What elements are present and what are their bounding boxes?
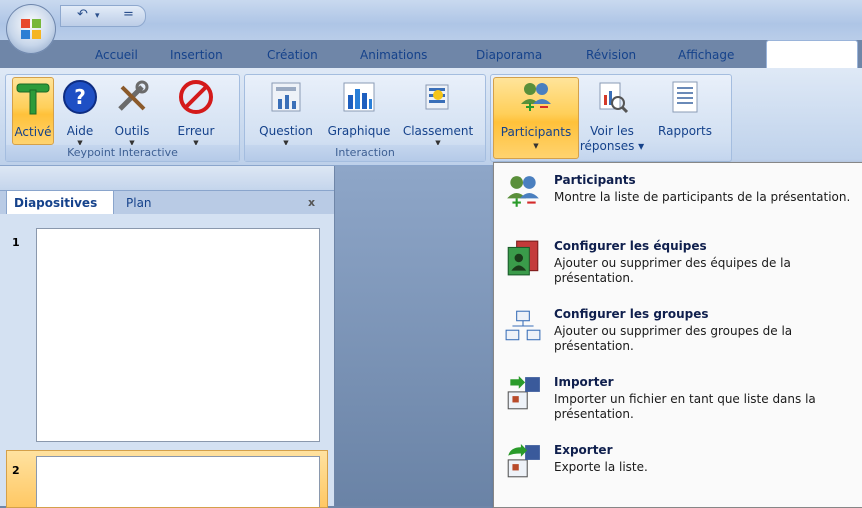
- group-keypoint-interactive: Activé ? Aide ▼ Outils ▼ Erreur ▼ Keypoi…: [5, 74, 240, 162]
- menu-item-participants[interactable]: Participants Montre la liste de particip…: [494, 171, 862, 227]
- view-responses-button[interactable]: Voir les réponses ▾: [579, 77, 645, 153]
- participants-icon: [507, 176, 539, 207]
- reports-icon: [672, 81, 698, 113]
- svg-text:?: ?: [74, 85, 86, 109]
- tab-accueil[interactable]: Accueil: [95, 44, 138, 66]
- participants-icon: [521, 83, 551, 111]
- ranking-icon: [425, 84, 449, 110]
- tab-animations[interactable]: Animations: [360, 44, 427, 66]
- menu-item-import[interactable]: Importer Importer un fichier en tant que…: [494, 373, 862, 431]
- undo-icon[interactable]: ↶: [77, 7, 88, 22]
- office-logo-icon: [21, 19, 41, 39]
- tab-affichage[interactable]: Affichage: [678, 44, 734, 66]
- help-icon: ?: [63, 80, 97, 114]
- group-interaction: Question ▼ Graphique Classement ▼ Intera…: [244, 74, 486, 162]
- office-button[interactable]: [6, 4, 56, 54]
- no-entry-icon: [179, 80, 213, 114]
- slide-thumbnail[interactable]: [36, 228, 320, 442]
- tab-creation[interactable]: Création: [267, 44, 318, 66]
- quick-access-toolbar: ↶ ▾ =: [60, 5, 146, 27]
- export-icon: [507, 444, 540, 478]
- menu-item-configure-teams[interactable]: Configurer les équipes Ajouter ou suppri…: [494, 237, 862, 295]
- group-label-keypoint: Keypoint Interactive: [6, 145, 239, 161]
- participants-button[interactable]: Participants ▼: [493, 77, 579, 159]
- group-label-interaction: Interaction: [245, 145, 485, 161]
- bar-chart-icon: [343, 82, 375, 112]
- active-button[interactable]: Activé: [12, 77, 54, 145]
- groups-icon: [505, 310, 541, 341]
- tools-button[interactable]: Outils ▼: [106, 77, 158, 147]
- menu-item-configure-groups[interactable]: Configurer les groupes Ajouter ou suppri…: [494, 305, 862, 363]
- tab-keypoint[interactable]: [766, 40, 858, 71]
- slide-thumbnail[interactable]: [36, 456, 320, 507]
- tab-diapositives[interactable]: Diapositives: [14, 192, 97, 214]
- thumbnail-number: 1: [12, 236, 20, 249]
- tab-revision[interactable]: Révision: [586, 44, 636, 66]
- question-chart-icon: [271, 82, 301, 112]
- plunger-icon: [16, 83, 50, 115]
- chart-button[interactable]: Graphique: [321, 77, 397, 143]
- tab-plan[interactable]: Plan: [126, 192, 152, 214]
- menu-item-export[interactable]: Exporter Exporte la liste.: [494, 441, 862, 491]
- teams-icon: [507, 240, 539, 276]
- close-icon[interactable]: x: [308, 192, 315, 214]
- group-participants: Participants ▼ Voir les réponses ▾ Rappo…: [490, 74, 732, 162]
- tab-diaporama[interactable]: Diaporama: [476, 44, 542, 66]
- help-button[interactable]: ? Aide ▼: [56, 77, 104, 147]
- tools-icon: [118, 80, 149, 111]
- error-button[interactable]: Erreur ▼: [160, 77, 232, 147]
- reports-button[interactable]: Rapports: [649, 77, 721, 143]
- thumbnail-number: 2: [12, 464, 20, 477]
- undo-dropdown-icon[interactable]: ▾: [95, 11, 100, 21]
- tab-insertion[interactable]: Insertion: [170, 44, 223, 66]
- responses-icon: [599, 82, 629, 114]
- pane-tab-strip: [0, 166, 334, 191]
- import-icon: [507, 376, 540, 410]
- customize-qat-icon[interactable]: =: [123, 7, 134, 22]
- question-button[interactable]: Question ▼: [249, 77, 323, 147]
- participants-dropdown-menu: Participants Montre la liste de particip…: [493, 162, 862, 508]
- ranking-button[interactable]: Classement ▼: [397, 77, 479, 147]
